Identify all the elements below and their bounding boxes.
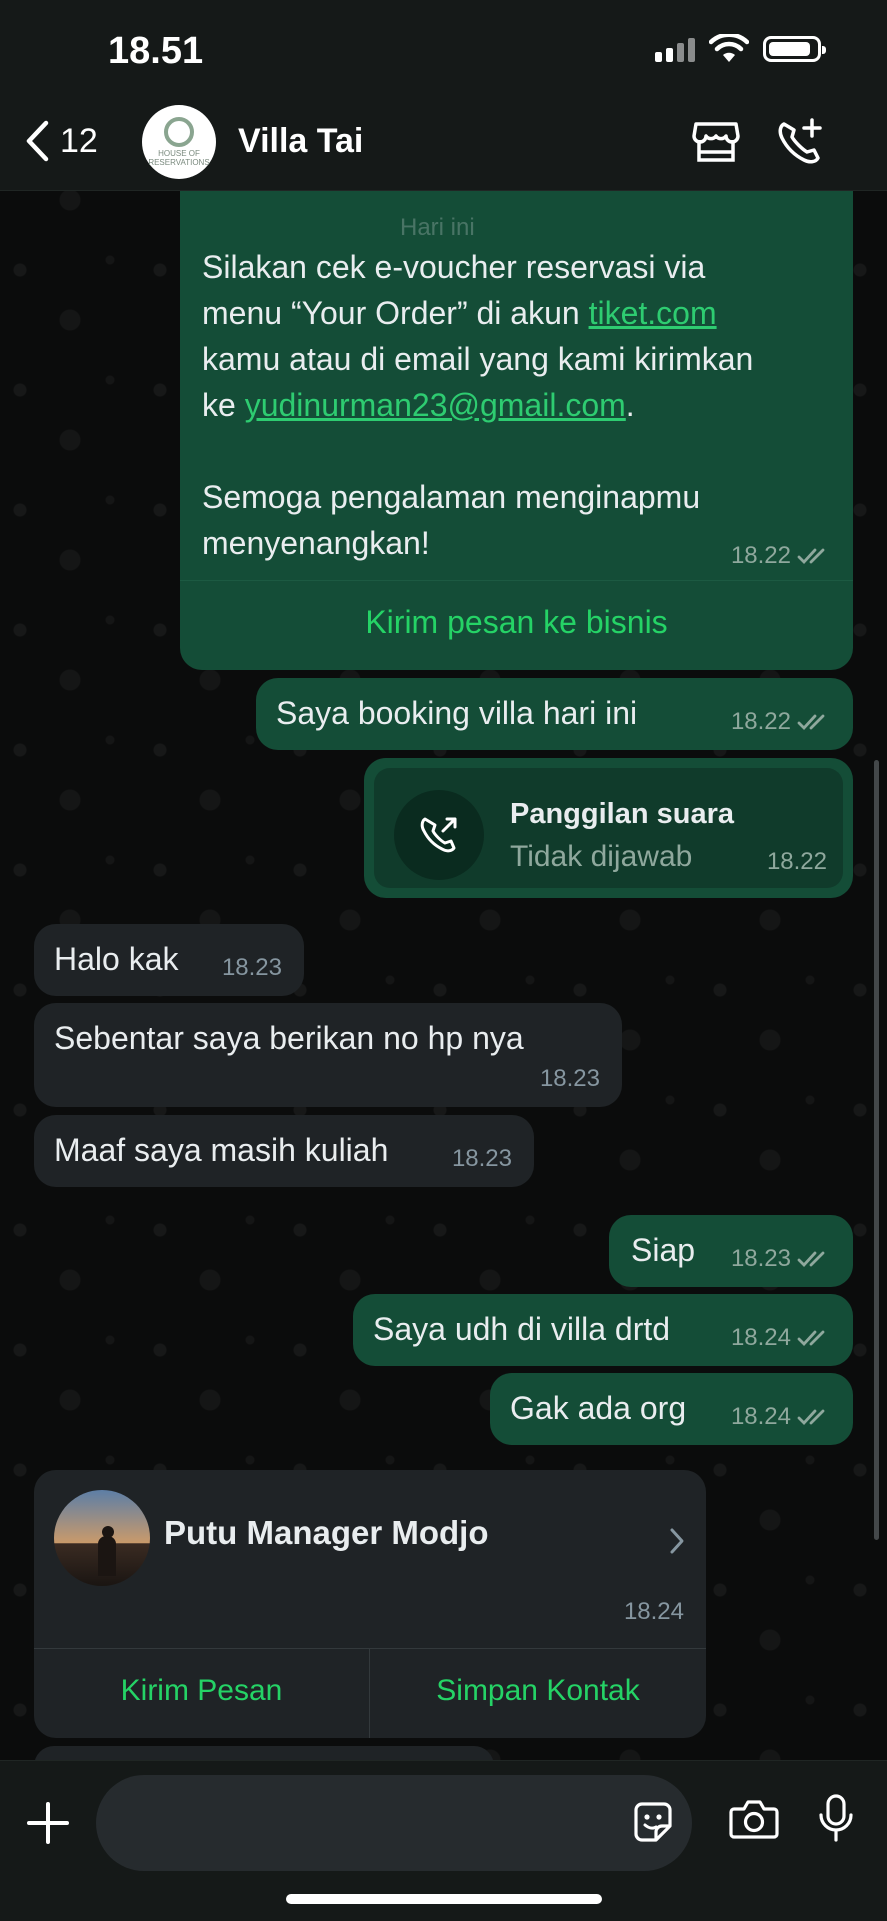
read-ticks-icon <box>797 714 825 731</box>
scrollbar[interactable] <box>874 760 879 1540</box>
microphone-icon[interactable] <box>818 1793 854 1843</box>
call-status: Tidak dijawab <box>510 840 693 873</box>
chevron-right-icon[interactable] <box>668 1526 686 1556</box>
battery-icon <box>763 36 826 62</box>
message-meta: 18.22 <box>731 708 831 736</box>
contact-avatar <box>54 1490 150 1586</box>
outgoing-message-bubble: Saya udh di villa drtd 18.24 <box>353 1294 853 1366</box>
plus-icon[interactable] <box>26 1801 70 1845</box>
message-time: 18.24 <box>730 1403 791 1430</box>
business-line: menu “Your Order” di akun tiket.com <box>202 290 842 336</box>
compose-bar <box>0 1760 887 1921</box>
add-call-icon[interactable] <box>774 116 826 168</box>
unread-count: 12 <box>60 121 98 160</box>
outgoing-message-bubble: Saya booking villa hari ini 18.22 <box>256 678 853 750</box>
business-line-text: ke <box>202 387 245 423</box>
message-meta: 18.23 <box>540 1065 600 1093</box>
business-line: Semoga pengalaman menginapmu <box>202 479 701 515</box>
message-time: 18.22 <box>730 542 791 569</box>
message-time: 18.23 <box>451 1145 512 1172</box>
read-ticks-icon <box>797 548 825 565</box>
message-text: Halo kak <box>54 941 179 977</box>
message-time: 18.22 <box>766 848 827 875</box>
date-divider: Hari ini <box>400 214 475 241</box>
wifi-icon <box>709 34 749 62</box>
business-message-text: Silakan cek e-voucher reservasi via menu… <box>202 244 842 566</box>
back-button[interactable]: 12 <box>24 120 98 162</box>
message-meta: 18.24 <box>624 1598 684 1626</box>
avatar-logo-text: HOUSE OF RESERVATIONS <box>148 149 210 167</box>
read-ticks-icon <box>797 1330 825 1347</box>
message-meta: 18.24 <box>731 1403 831 1431</box>
message-meta: 18.22 <box>731 542 831 570</box>
email-link[interactable]: yudinurman23@gmail.com <box>245 387 626 423</box>
card-divider <box>34 1648 706 1649</box>
tiket-link[interactable]: tiket.com <box>589 295 717 331</box>
message-time: 18.23 <box>221 954 282 981</box>
cellular-signal-icon <box>655 36 695 62</box>
outgoing-message-bubble: Siap 18.23 <box>609 1215 853 1287</box>
message-meta: 18.23 <box>452 1145 512 1173</box>
business-line: kamu atau di email yang kami kirimkan <box>202 341 754 377</box>
business-line: Silakan cek e-voucher reservasi via <box>202 249 706 285</box>
chevron-left-icon <box>26 120 49 162</box>
read-ticks-icon <box>797 1409 825 1426</box>
message-text: Sebentar saya berikan no hp nya <box>54 1020 524 1056</box>
camera-icon[interactable] <box>728 1797 780 1841</box>
chat-header: 18.51 12 HOUSE OF RESERVATIONS Villa Tai <box>0 0 887 191</box>
business-line-text: . <box>625 387 635 423</box>
message-text: Saya booking villa hari ini <box>276 695 638 731</box>
message-meta: 18.23 <box>222 954 282 982</box>
incoming-message-bubble: Sebentar saya berikan no hp nya 18.23 <box>34 1003 622 1107</box>
message-meta: 18.22 <box>767 848 827 876</box>
incoming-message-bubble: Halo kak 18.23 <box>34 924 304 996</box>
contact-card-bubble: Putu Manager Modjo 18.24 Kirim Pesan Sim… <box>34 1470 706 1738</box>
business-line: ke yudinurman23@gmail.com. <box>202 382 842 428</box>
message-meta: 18.24 <box>731 1324 831 1352</box>
message-time: 18.23 <box>539 1065 600 1092</box>
business-line-text: menu “Your Order” di akun <box>202 295 589 331</box>
message-text: Maaf saya masih kuliah <box>54 1132 389 1168</box>
call-title: Panggilan suara <box>510 798 735 830</box>
message-text: Gak ada org <box>510 1390 687 1426</box>
bubble-divider <box>180 580 853 581</box>
sticker-icon[interactable] <box>630 1800 676 1846</box>
home-indicator <box>286 1894 602 1904</box>
call-icon-circle <box>394 790 484 880</box>
chat-avatar[interactable]: HOUSE OF RESERVATIONS <box>142 105 216 179</box>
message-time: 18.23 <box>730 1245 791 1272</box>
read-ticks-icon <box>797 1251 825 1268</box>
contact-name[interactable]: Putu Manager Modjo <box>164 1514 489 1552</box>
message-meta: 18.23 <box>731 1245 831 1273</box>
message-time: 18.24 <box>623 1598 684 1625</box>
incoming-message-bubble: Maaf saya masih kuliah 18.23 <box>34 1115 534 1187</box>
message-input[interactable] <box>96 1775 692 1871</box>
message-text: Siap <box>631 1232 696 1268</box>
send-to-business-button[interactable]: Kirim pesan ke bisnis <box>180 604 853 641</box>
outgoing-message-bubble: Gak ada org 18.24 <box>490 1373 853 1445</box>
message-time: 18.24 <box>730 1324 791 1351</box>
status-time: 18.51 <box>108 30 204 72</box>
business-message-bubble: Hari ini Silakan cek e-voucher reservasi… <box>180 150 853 670</box>
call-card: Panggilan suara Tidak dijawab 18.22 <box>374 768 843 888</box>
send-message-button[interactable]: Kirim Pesan <box>34 1674 369 1708</box>
missed-call-bubble[interactable]: Panggilan suara Tidak dijawab 18.22 <box>364 758 853 898</box>
save-contact-button[interactable]: Simpan Kontak <box>370 1674 706 1708</box>
storefront-icon[interactable] <box>690 116 742 168</box>
message-text: Saya udh di villa drtd <box>373 1311 671 1347</box>
message-time: 18.22 <box>730 708 791 735</box>
status-icons <box>655 34 826 64</box>
outgoing-call-icon <box>420 817 457 853</box>
chat-title[interactable]: Villa Tai <box>238 122 363 161</box>
